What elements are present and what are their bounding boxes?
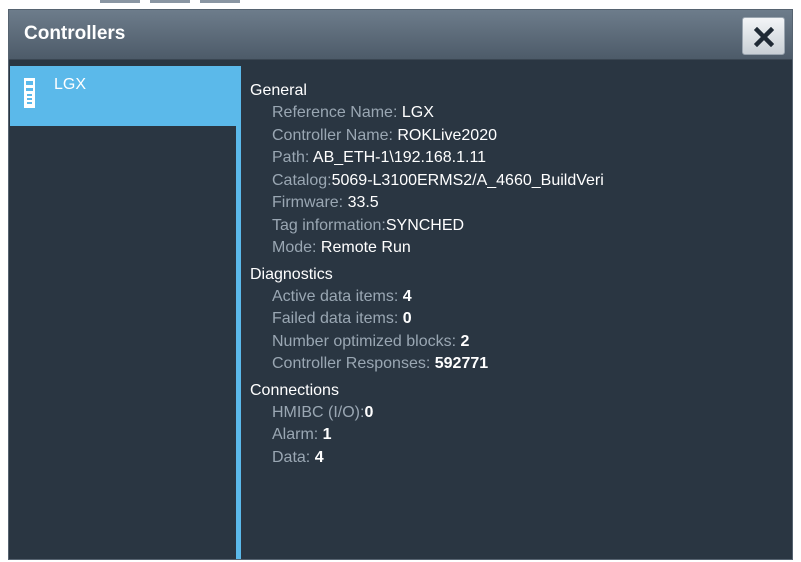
- data-row: Data: 4: [250, 447, 604, 470]
- section-heading-diagnostics: Diagnostics: [250, 265, 333, 283]
- alarm-value: 1: [322, 426, 332, 443]
- controller-item-label: LGX: [54, 76, 87, 93]
- failed-data-items-value: 0: [402, 310, 412, 327]
- background-strip: [0, 0, 801, 9]
- hmibc-value: 0: [364, 403, 374, 421]
- catalog-row: Catalog:5069-L3100ERMS2/A_4660_BuildVeri: [250, 170, 604, 193]
- background-tab: [100, 0, 140, 3]
- controller-responses-row: Controller Responses: 592771: [250, 353, 604, 376]
- hmibc-row: HMIBC (I/O):0: [250, 402, 604, 425]
- section-heading-general: General: [250, 82, 307, 99]
- tag-information-value: SYNCHED: [385, 216, 465, 234]
- mode-row: Mode: Remote Run: [250, 237, 604, 260]
- mode-value: Remote Run: [320, 239, 411, 256]
- close-button[interactable]: [742, 17, 785, 55]
- controller-details: General Reference Name: LGX Controller N…: [250, 80, 604, 469]
- tag-information-label: Tag information:: [272, 216, 386, 234]
- data-label: Data:: [272, 448, 315, 466]
- controller-icon: [24, 78, 35, 108]
- reference-name-label: Reference Name:: [272, 104, 402, 121]
- background-tab: [200, 0, 240, 3]
- data-value: 4: [314, 448, 324, 466]
- mode-label: Mode:: [272, 239, 321, 256]
- alarm-label: Alarm:: [272, 426, 323, 443]
- section-heading-connections: Connections: [250, 381, 339, 399]
- failed-data-items-row: Failed data items: 0: [250, 308, 604, 331]
- active-data-items-value: 4: [402, 287, 412, 305]
- tag-information-row: Tag information:SYNCHED: [250, 215, 604, 238]
- path-row: Path: AB_ETH-1\192.168.1.11: [250, 147, 604, 170]
- firmware-row: Firmware: 33.5: [250, 192, 604, 215]
- controller-name-value: ROKLive2020: [397, 126, 497, 144]
- active-data-items-row: Active data items: 4: [250, 286, 604, 309]
- firmware-value: 33.5: [347, 194, 379, 211]
- background-tab: [150, 0, 190, 3]
- path-value: AB_ETH-1\192.168.1.11: [312, 149, 487, 166]
- firmware-label: Firmware:: [272, 194, 348, 211]
- optimized-blocks-row: Number optimized blocks: 2: [250, 331, 604, 354]
- controller-responses-value: 592771: [434, 355, 489, 372]
- catalog-label: Catalog:: [272, 171, 332, 189]
- close-icon: [754, 27, 774, 47]
- failed-data-items-label: Failed data items:: [272, 310, 403, 327]
- controller-responses-label: Controller Responses:: [272, 355, 435, 372]
- controller-name-row: Controller Name: ROKLive2020: [250, 125, 604, 148]
- active-data-items-label: Active data items:: [272, 287, 403, 305]
- controller-name-label: Controller Name:: [272, 126, 398, 144]
- title-bar: Controllers: [9, 10, 792, 60]
- hmibc-label: HMIBC (I/O):: [272, 403, 365, 421]
- controller-list: LGX: [9, 60, 240, 559]
- catalog-value: 5069-L3100ERMS2/A_4660_BuildVeri: [331, 171, 604, 189]
- controller-item-lgx[interactable]: LGX: [10, 66, 240, 126]
- reference-name-row: Reference Name: LGX: [250, 102, 604, 125]
- panel-divider: [236, 66, 241, 559]
- optimized-blocks-value: 2: [460, 332, 470, 350]
- alarm-row: Alarm: 1: [250, 424, 604, 447]
- reference-name-value: LGX: [401, 104, 434, 121]
- path-label: Path:: [272, 149, 313, 166]
- optimized-blocks-label: Number optimized blocks:: [272, 332, 461, 350]
- dialog-title: Controllers: [24, 23, 126, 44]
